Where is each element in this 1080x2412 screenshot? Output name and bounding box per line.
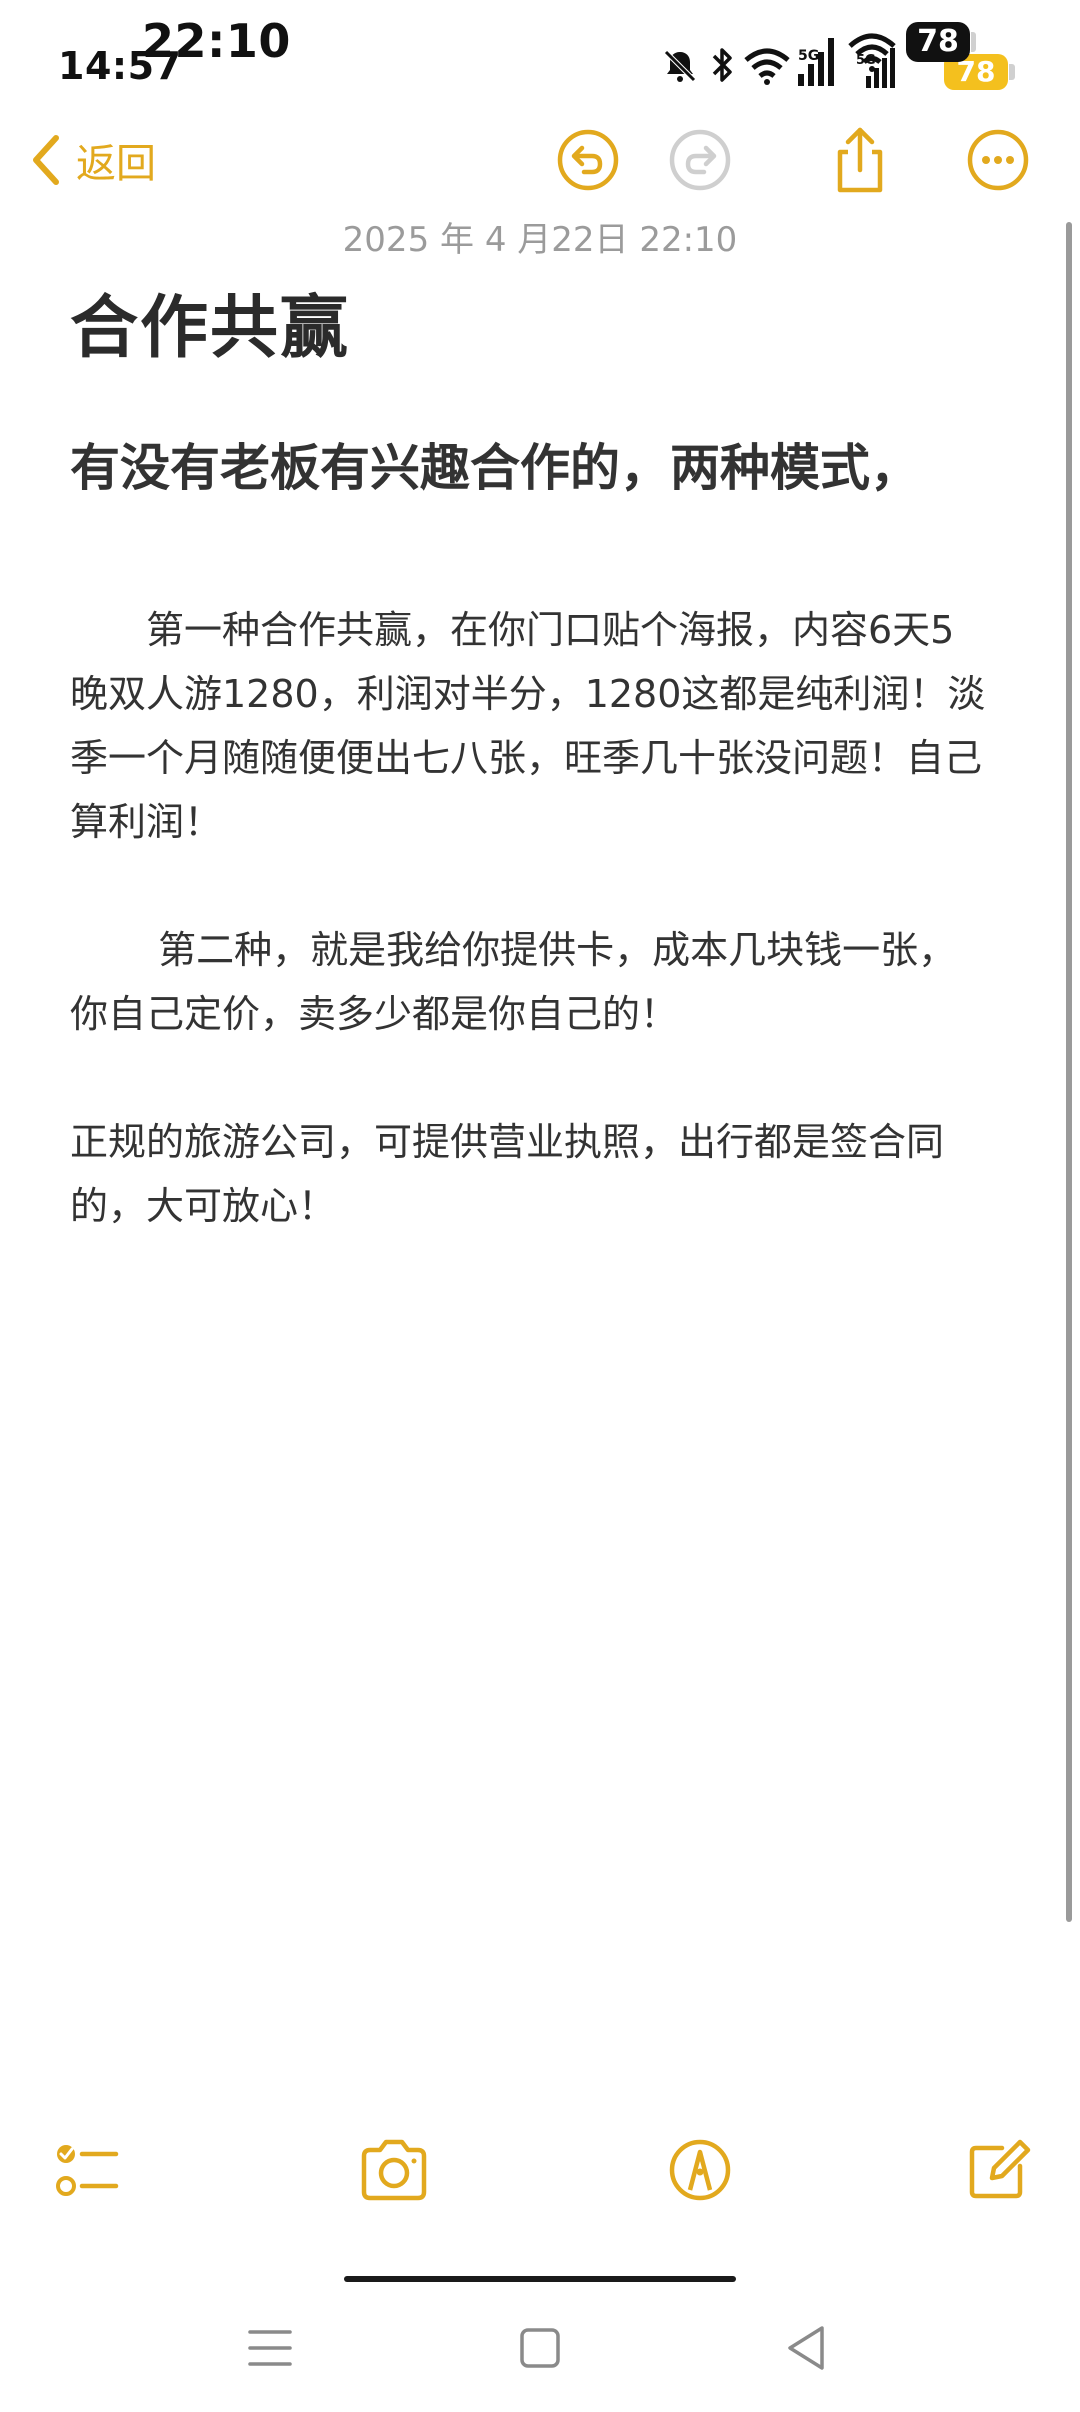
wifi-icon [744, 48, 790, 85]
back-triangle-icon[interactable] [778, 2320, 834, 2376]
back-label: 返回 [76, 141, 156, 187]
compose-icon[interactable] [962, 2134, 1034, 2206]
note-heading[interactable]: 有没有老板有兴趣合作的，两种模式， [70, 432, 970, 504]
back-button[interactable]: 返回 [28, 128, 156, 192]
battery-tip [1009, 64, 1015, 80]
chevron-left-icon [33, 135, 59, 185]
undo-icon[interactable] [554, 126, 622, 194]
signal-5g-icon: 5G [798, 38, 834, 86]
network-label: 5G [856, 53, 876, 68]
share-icon[interactable] [826, 126, 894, 194]
note-title[interactable]: 合作共赢 [70, 272, 350, 371]
more-icon[interactable] [964, 126, 1032, 194]
network-label: 5G [798, 48, 819, 64]
home-indicator[interactable] [344, 2276, 736, 2282]
battery-tip [971, 32, 976, 52]
markup-pen-icon[interactable] [664, 2134, 736, 2206]
battery-indicator: 78 [906, 22, 970, 62]
note-date: 2025 年 4 月22日 22:10 [342, 220, 738, 260]
menu-icon[interactable] [242, 2320, 298, 2376]
note-body[interactable]: 第一种合作共赢，在你门口贴个海报，内容6天5晚双人游1280，利润对半分，128… [70, 598, 990, 1238]
home-square-icon[interactable] [512, 2320, 568, 2376]
bluetooth-icon [712, 48, 732, 82]
mute-bell-icon [664, 50, 696, 82]
scrollbar[interactable] [1066, 222, 1072, 1922]
redo-icon[interactable] [666, 126, 734, 194]
note-paragraph: 第二种，就是我给你提供卡，成本几块钱一张，你自己定价，卖多少都是你自己的！ [70, 928, 957, 1036]
signal-5g-icon: 5G [856, 48, 895, 88]
note-paragraph: 第一种合作共赢，在你门口贴个海报，内容6天5晚双人游1280，利润对半分，128… [70, 608, 986, 844]
note-paragraph: 正规的旅游公司，可提供营业执照，出行都是签合同的，大可放心！ [70, 1120, 945, 1228]
camera-icon[interactable] [358, 2134, 430, 2206]
status-time: 22:10 [142, 14, 291, 68]
checklist-icon[interactable] [52, 2134, 124, 2206]
